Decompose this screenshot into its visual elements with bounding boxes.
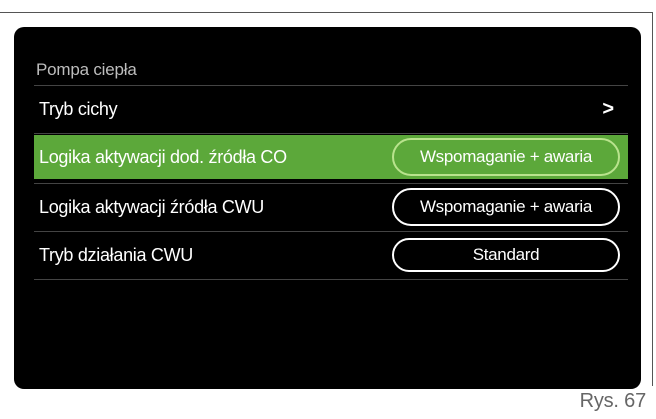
divider [34, 279, 628, 280]
device-screen: Pompa ciepła Tryb cichy > Logika aktywac… [14, 27, 641, 389]
page-title: Pompa ciepła [36, 60, 137, 79]
divider [34, 85, 628, 86]
menu-row-label: Tryb cichy [39, 98, 118, 119]
chevron-right-icon[interactable]: > [602, 98, 614, 121]
menu-row-dhw-source-logic[interactable]: Logika aktywacji źródła CWU Wspomaganie … [34, 185, 628, 229]
divider [34, 183, 628, 184]
menu-row-label: Tryb działania CWU [39, 244, 193, 265]
figure-caption: Rys. 67 [579, 390, 647, 412]
menu-row-co-source-logic[interactable]: Logika aktywacji dod. źródła CO Wspomaga… [34, 135, 628, 179]
menu-row-silent-mode[interactable]: Tryb cichy > [34, 87, 628, 131]
menu-row-dhw-mode[interactable]: Tryb działania CWU Standard [34, 233, 628, 277]
menu-row-label: Logika aktywacji źródła CWU [39, 196, 264, 217]
divider [34, 231, 628, 232]
dhw-mode-select[interactable]: Standard [392, 238, 620, 272]
co-source-logic-select[interactable]: Wspomaganie + awaria [392, 138, 620, 176]
divider [34, 133, 628, 134]
dhw-source-logic-select[interactable]: Wspomaganie + awaria [392, 188, 620, 226]
menu-row-label: Logika aktywacji dod. źródła CO [39, 146, 287, 167]
